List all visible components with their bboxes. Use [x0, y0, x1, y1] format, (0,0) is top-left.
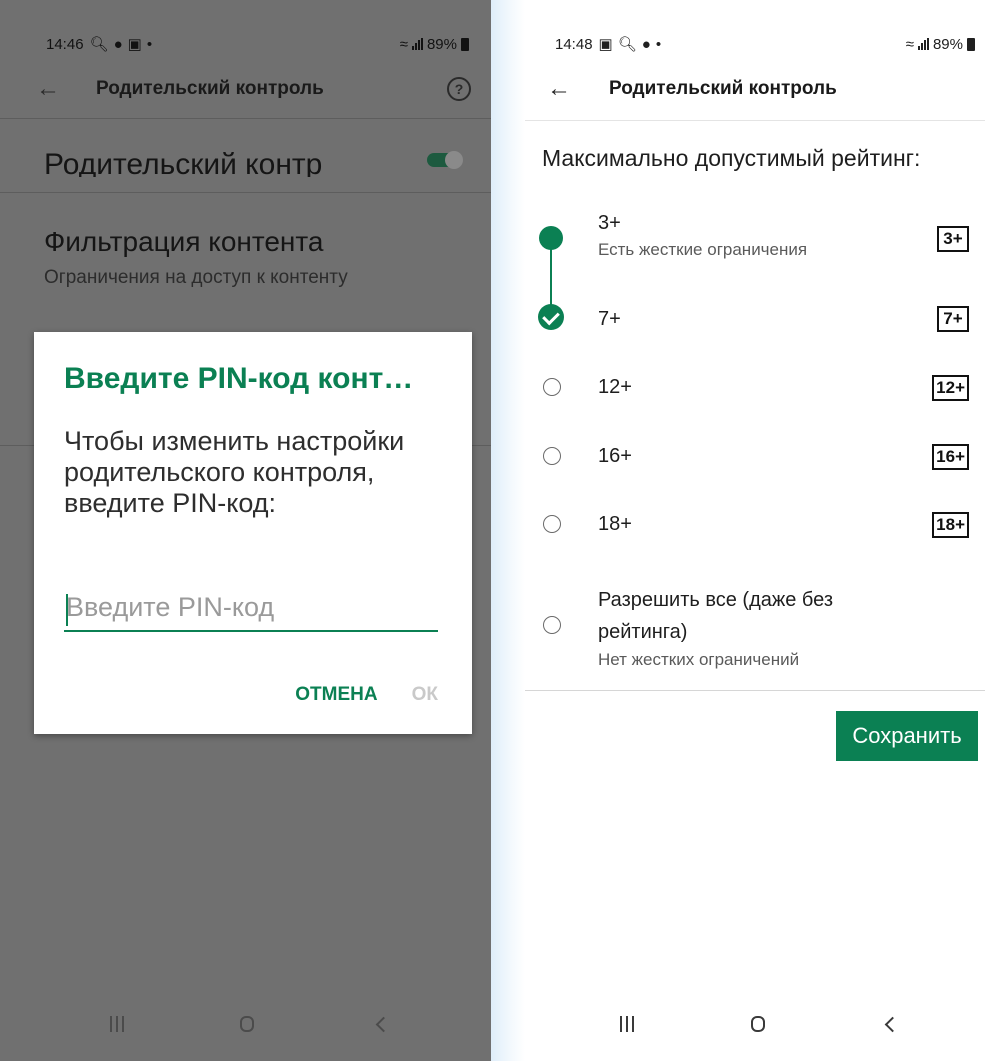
radio-button[interactable]	[543, 447, 561, 465]
divider	[525, 690, 985, 691]
divider	[525, 120, 985, 121]
rating-label: 3+	[598, 212, 621, 234]
cancel-button[interactable]: ОТМЕНА	[295, 684, 377, 706]
app-bar: ← Родительский контроль	[547, 74, 975, 104]
radio-button[interactable]	[543, 616, 561, 634]
rating-badge: 7+	[937, 306, 969, 332]
signal-icon	[917, 38, 929, 50]
rating-dot-icon	[539, 226, 563, 250]
rating-label: 16+	[598, 445, 632, 467]
rating-option-3[interactable]: 3+ Есть жесткие ограничения 3+	[525, 206, 985, 266]
rating-label: 18+	[598, 513, 632, 535]
image-icon: ▣	[598, 36, 613, 53]
divider	[0, 192, 491, 193]
dialog-title: Введите PIN-код конт…	[64, 362, 414, 395]
pin-dialog: Введите PIN-код конт… Чтобы изменить нас…	[34, 332, 472, 734]
rating-description: Есть жесткие ограничения	[598, 240, 808, 259]
right-screen: 14:48 ▣ 🔍︎ ● • ≈ 89% ← Родительский конт…	[525, 0, 985, 1061]
home-button[interactable]	[751, 1009, 765, 1039]
status-time: 14:46	[46, 35, 84, 53]
recent-apps-icon	[110, 1016, 124, 1032]
back-arrow-icon[interactable]: ←	[36, 75, 66, 103]
search-icon: 🔍︎	[617, 36, 637, 53]
dot-icon: •	[655, 35, 662, 53]
notification-icons: 🔍︎ ● ▣ •	[89, 35, 153, 54]
left-screen: 14:46 🔍︎ ● ▣ • ≈ 89% ← Родительский конт…	[0, 0, 491, 1061]
divider	[0, 118, 491, 119]
battery-icon	[461, 37, 469, 51]
system-nav-bar	[0, 1009, 491, 1039]
home-icon	[240, 1016, 254, 1032]
rating-description: Нет жестких ограничений	[598, 650, 800, 669]
parental-control-row[interactable]: Родительский контр	[44, 145, 471, 177]
screen-gap	[491, 0, 525, 1061]
rating-option-7[interactable]: 7+ 7+	[525, 296, 985, 338]
back-arrow-icon[interactable]: ←	[547, 75, 577, 103]
battery-status: ≈ 89%	[400, 36, 469, 53]
battery-status: ≈ 89%	[906, 36, 975, 53]
rating-badge: 18+	[932, 512, 969, 538]
app-bar: ← Родительский контроль ?	[36, 74, 471, 104]
parental-control-label: Родительский контр	[44, 148, 323, 177]
rating-label: 12+	[598, 376, 632, 398]
page-title: Родительский контроль	[609, 78, 837, 99]
max-rating-label: Максимально допустимый рейтинг:	[542, 145, 921, 171]
toggle-knob	[445, 151, 463, 169]
text-cursor	[66, 594, 68, 626]
pin-input[interactable]	[64, 590, 438, 632]
battery-percent: 89%	[932, 35, 963, 53]
status-time: 14:48	[555, 35, 593, 53]
status-bar: 14:46 🔍︎ ● ▣ • ≈ 89%	[46, 32, 469, 56]
rating-badge: 12+	[932, 375, 969, 401]
page-title: Родительский контроль	[96, 78, 324, 99]
image-icon: ▣	[127, 36, 142, 53]
wifi-icon: ≈	[905, 35, 914, 53]
home-button[interactable]	[240, 1009, 254, 1039]
content-filtering-subtitle: Ограничения на доступ к контенту	[44, 267, 348, 288]
help-icon[interactable]: ?	[447, 77, 471, 101]
rating-option-16[interactable]: 16+ 16+	[525, 435, 985, 477]
back-button[interactable]	[375, 1009, 392, 1039]
rating-option-allow-all[interactable]: Разрешить все (даже без рейтинга) Нет же…	[525, 580, 985, 676]
dot-icon: •	[146, 35, 153, 53]
rating-label: Разрешить все (даже без рейтинга)	[598, 589, 834, 643]
back-button[interactable]	[884, 1009, 901, 1039]
home-icon	[751, 1016, 765, 1032]
system-nav-bar	[525, 1009, 985, 1039]
app-icon: ●	[113, 35, 123, 53]
parental-control-toggle[interactable]	[427, 151, 463, 169]
back-icon	[884, 1016, 901, 1032]
dialog-message: Чтобы изменить настройки родительского к…	[64, 426, 405, 518]
recent-apps-button[interactable]	[620, 1009, 634, 1039]
recent-apps-icon	[620, 1016, 634, 1032]
rating-label: 7+	[598, 308, 621, 330]
app-icon: ●	[641, 35, 651, 53]
battery-percent: 89%	[426, 35, 457, 53]
rating-option-18[interactable]: 18+ 18+	[525, 503, 985, 545]
signal-icon	[411, 38, 423, 50]
status-bar: 14:48 ▣ 🔍︎ ● • ≈ 89%	[555, 32, 975, 56]
check-circle-icon	[538, 304, 564, 330]
wifi-icon: ≈	[399, 35, 408, 53]
notification-icons: ▣ 🔍︎ ● •	[598, 35, 662, 54]
ok-button[interactable]: ОК	[412, 684, 438, 706]
dialog-actions: ОТМЕНА ОК	[295, 684, 438, 706]
rating-option-12[interactable]: 12+ 12+	[525, 366, 985, 408]
back-icon	[375, 1016, 392, 1032]
rating-badge: 16+	[932, 444, 969, 470]
battery-icon	[967, 37, 975, 51]
save-button[interactable]: Сохранить	[836, 711, 978, 761]
search-icon: 🔍︎	[89, 36, 109, 53]
radio-button[interactable]	[543, 515, 561, 533]
rating-badge: 3+	[937, 226, 969, 252]
recent-apps-button[interactable]	[110, 1009, 124, 1039]
content-filtering-title[interactable]: Фильтрация контента	[44, 226, 323, 258]
radio-button[interactable]	[543, 378, 561, 396]
